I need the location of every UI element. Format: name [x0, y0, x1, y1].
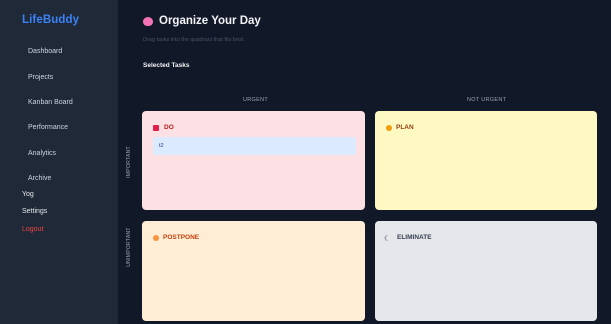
- row-header-unimportant: UNIMPORTANT: [126, 227, 132, 267]
- quadrant-do-label: DO: [153, 124, 174, 131]
- quadrant-do-title: DO: [164, 124, 174, 131]
- clock-icon: [153, 234, 159, 241]
- moon-icon: [386, 235, 392, 241]
- quadrant-do[interactable]: DO t2: [142, 111, 365, 210]
- selected-tasks-label: Selected Tasks: [143, 62, 190, 69]
- sidebar-item-dashboard[interactable]: Dashboard: [28, 48, 62, 55]
- quadrant-plan-title: PLAN: [396, 124, 414, 131]
- brand-logo[interactable]: LifeBuddy: [22, 14, 79, 26]
- sidebar-item-yog[interactable]: Yog: [22, 191, 34, 198]
- sidebar-item-analytics[interactable]: Analytics: [28, 150, 56, 157]
- quadrant-postpone[interactable]: POSTPONE: [142, 221, 365, 321]
- column-header-urgent: URGENT: [243, 97, 269, 103]
- column-header-not-urgent: NOT URGENT: [467, 97, 507, 103]
- sidebar: LifeBuddy Dashboard Projects Kanban Boar…: [0, 0, 118, 324]
- quadrant-eliminate-label: ELIMINATE: [386, 234, 432, 241]
- page-title: Organize Your Day: [143, 15, 261, 27]
- logout-button[interactable]: Logout: [22, 226, 43, 233]
- sidebar-item-settings[interactable]: Settings: [22, 208, 47, 215]
- page-title-text: Organize Your Day: [159, 15, 261, 27]
- quadrant-postpone-label: POSTPONE: [153, 234, 199, 241]
- quadrant-eliminate-title: ELIMINATE: [397, 234, 432, 241]
- task-card[interactable]: t2: [153, 137, 356, 155]
- sidebar-item-projects[interactable]: Projects: [28, 74, 53, 81]
- brain-icon: [143, 16, 153, 26]
- sidebar-item-performance[interactable]: Performance: [28, 124, 68, 131]
- square-icon: [153, 124, 159, 131]
- quadrant-plan[interactable]: PLAN: [375, 111, 597, 210]
- sidebar-item-archive[interactable]: Archive: [28, 175, 51, 182]
- calendar-icon: [386, 124, 392, 131]
- quadrant-postpone-title: POSTPONE: [163, 234, 200, 241]
- main-content: Organize Your Day Drag tasks into the qu…: [118, 0, 611, 324]
- row-header-important: IMPORTANT: [126, 146, 132, 178]
- sidebar-item-kanban-board[interactable]: Kanban Board: [28, 99, 73, 106]
- page-subtitle: Drag tasks into the quadrant that fits b…: [143, 37, 245, 43]
- quadrant-plan-label: PLAN: [386, 124, 414, 131]
- quadrant-eliminate[interactable]: ELIMINATE: [375, 221, 597, 321]
